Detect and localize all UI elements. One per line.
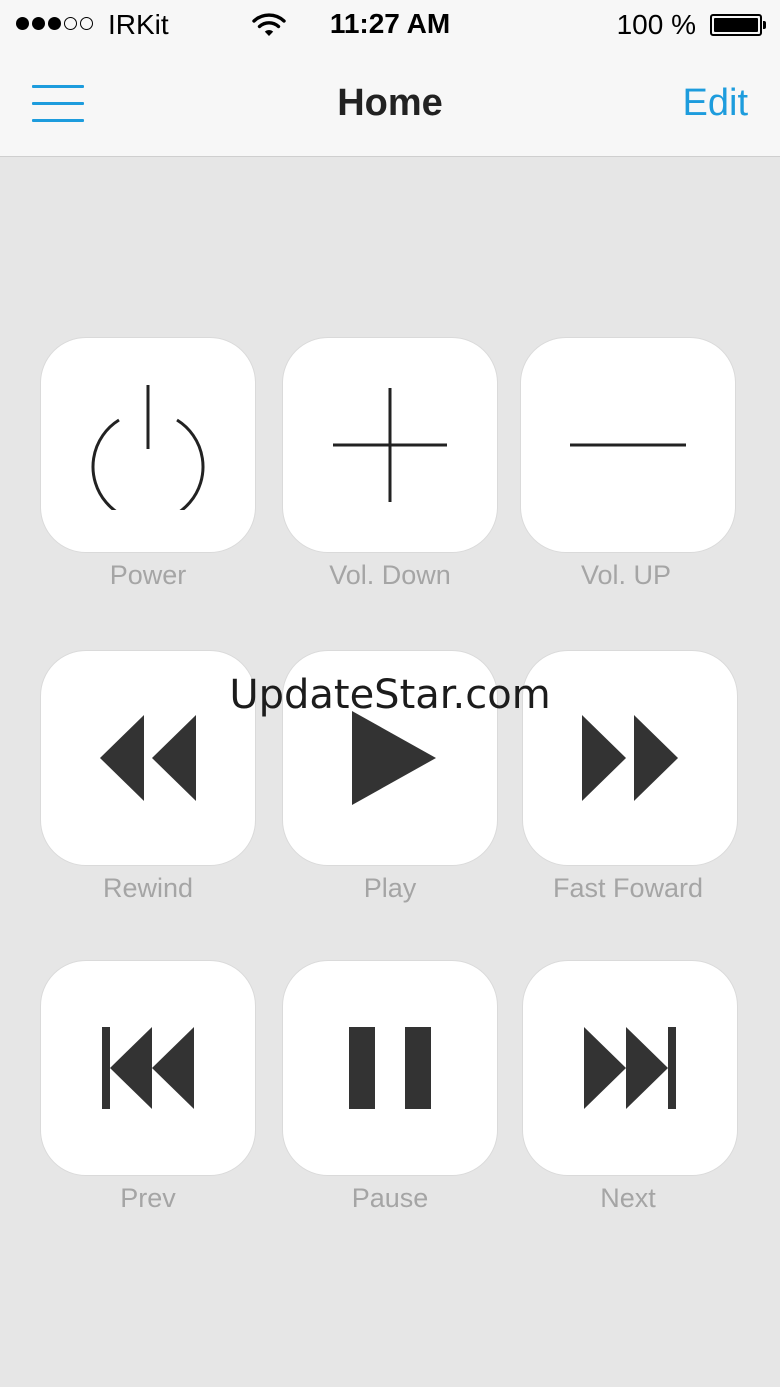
battery-percentage: 100 % bbox=[616, 9, 696, 40]
fast-forward-button[interactable] bbox=[522, 650, 738, 866]
power-button[interactable] bbox=[40, 337, 256, 553]
status-bar: IRKit 11:27 AM 100 % bbox=[0, 0, 780, 50]
vol-down-button[interactable] bbox=[282, 337, 498, 553]
edit-button[interactable]: Edit bbox=[683, 82, 748, 125]
minus-icon bbox=[570, 443, 686, 447]
prev-label: Prev bbox=[120, 1183, 176, 1213]
prev-button[interactable] bbox=[40, 960, 256, 1176]
vol-up-button[interactable] bbox=[520, 337, 736, 553]
fast-forward-icon bbox=[582, 715, 678, 801]
skip-next-icon bbox=[584, 1027, 676, 1109]
skip-previous-icon bbox=[102, 1027, 194, 1109]
navigation-bar: Home Edit bbox=[0, 50, 780, 157]
play-button[interactable] bbox=[282, 650, 498, 866]
rewind-button[interactable] bbox=[40, 650, 256, 866]
pause-button[interactable] bbox=[282, 960, 498, 1176]
pause-label: Pause bbox=[351, 1183, 429, 1213]
play-icon bbox=[352, 711, 436, 805]
fast-forward-label: Fast Foward bbox=[552, 873, 704, 903]
play-label: Play bbox=[363, 873, 417, 903]
plus-icon bbox=[333, 388, 447, 502]
power-icon bbox=[91, 385, 205, 510]
battery-fill bbox=[714, 18, 758, 32]
pause-icon bbox=[349, 1027, 431, 1109]
next-button[interactable] bbox=[522, 960, 738, 1176]
page-title: Home bbox=[337, 82, 443, 124]
battery-icon bbox=[710, 14, 766, 36]
power-label: Power bbox=[109, 560, 187, 590]
next-label: Next bbox=[600, 1183, 656, 1213]
vol-up-label: Vol. UP bbox=[580, 560, 672, 590]
rewind-icon bbox=[100, 715, 196, 801]
vol-down-label: Vol. Down bbox=[329, 560, 451, 590]
rewind-label: Rewind bbox=[102, 873, 194, 903]
